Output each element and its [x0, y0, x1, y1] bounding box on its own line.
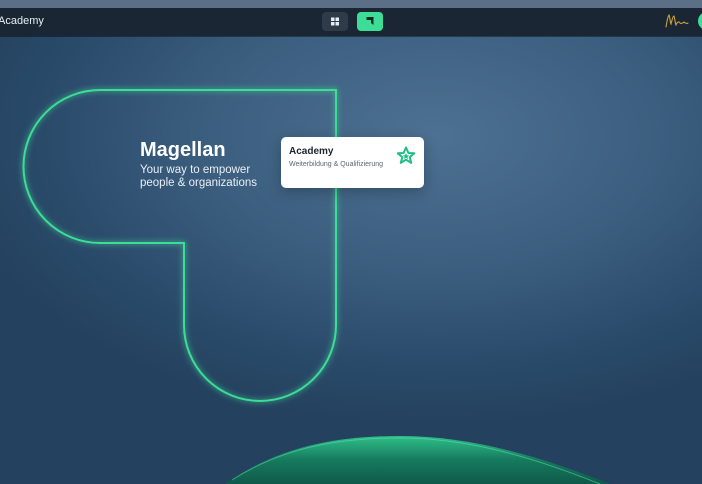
browser-strip — [0, 0, 702, 8]
card-subtitle: Weiterbildung & Qualifizierung — [289, 161, 384, 168]
app-title: Academy — [0, 15, 44, 27]
star-icon — [396, 146, 416, 164]
top-bar: Academy — [0, 0, 702, 36]
hero-subtitle-line1: Your way to empower — [140, 164, 251, 176]
academy-nav-button[interactable] — [357, 12, 383, 31]
bottom-wave-graphic — [225, 436, 610, 484]
avatar[interactable] — [698, 12, 702, 30]
flag-icon — [366, 17, 374, 25]
hero-title: Magellan — [140, 139, 226, 161]
dashboard-grid-icon — [331, 17, 339, 26]
hero-subtitle-line2: people & organizations — [140, 177, 257, 189]
dashboard-button[interactable] — [322, 12, 348, 31]
signature-icon — [665, 14, 689, 28]
card-title: Academy — [289, 146, 334, 157]
hero-subtitle: Your way to empower people & organizatio… — [140, 164, 290, 190]
academy-card[interactable]: Academy Weiterbildung & Qualifizierung — [281, 137, 424, 188]
